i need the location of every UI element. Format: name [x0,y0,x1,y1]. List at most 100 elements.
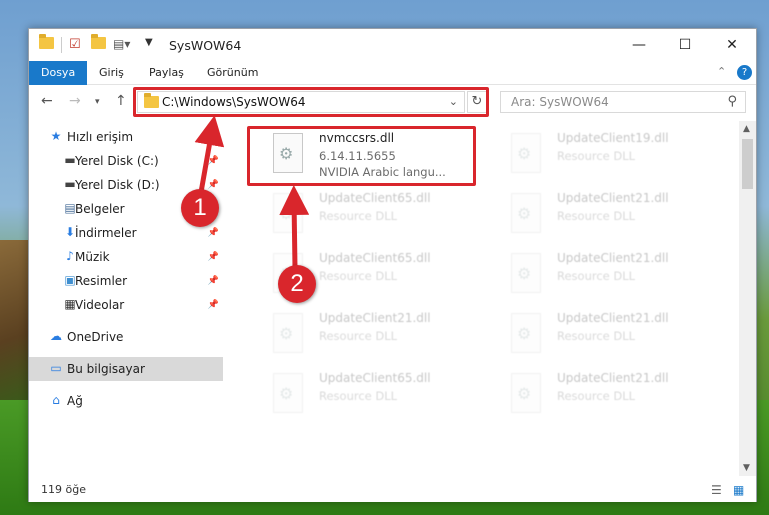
sidebar-item[interactable]: ★ Hızlı erişim [29,125,223,149]
properties-icon[interactable]: ☑ [69,37,81,53]
search-placeholder: Ara: SysWOW64 [511,95,609,109]
videos-icon: ▦ [64,297,76,311]
cloud-icon: ☁ [50,329,62,343]
divider [61,37,62,53]
scroll-up-icon[interactable]: ▲ [743,124,750,134]
sidebar-item[interactable]: ⌂ Ağ [29,389,223,413]
file-item[interactable]: UpdateClient65.dll Resource DLL [249,187,479,247]
sidebar-item-label: Yerel Disk (D:) [75,178,160,192]
file-description: Resource DLL [557,149,636,163]
sidebar-item[interactable]: ▦ Videolar 📌 [29,293,223,317]
tab-view[interactable]: Görünüm [195,61,270,85]
help-icon[interactable]: ? [737,65,752,80]
step-marker-1: 1 [181,189,219,227]
file-description: Resource DLL [557,329,636,343]
sidebar-item[interactable]: ▣ Resimler 📌 [29,269,223,293]
dll-file-icon [273,193,303,233]
scroll-thumb[interactable] [742,139,753,189]
minimize-button[interactable]: — [616,29,662,61]
file-item[interactable]: UpdateClient21.dll Resource DLL [487,187,717,247]
pin-icon[interactable]: 📌 [208,149,219,173]
documents-icon: ▤ [64,201,76,215]
pin-icon[interactable]: 📌 [208,293,219,317]
sidebar-item-label: İndirmeler [75,226,137,240]
file-name: UpdateClient21.dll [557,191,669,205]
file-name: UpdateClient65.dll [319,191,431,205]
tab-share[interactable]: Paylaş [137,61,196,85]
dll-file-icon [273,313,303,353]
sidebar-item-label: Videolar [75,298,125,312]
pictures-icon: ▣ [64,273,76,287]
drive-icon: ▬ [64,153,76,167]
up-arrow-icon[interactable]: ↑ [115,93,127,109]
item-count: 119 öğe [41,483,86,496]
pin-icon[interactable]: 📌 [208,221,219,245]
file-name: UpdateClient65.dll [319,251,431,265]
tab-file[interactable]: Dosya [29,61,88,85]
computer-icon: ▭ [50,361,62,375]
sidebar-item[interactable]: ♪ Müzik 📌 [29,245,223,269]
star-icon: ★ [50,129,62,143]
sidebar-item[interactable]: ☁ OneDrive [29,325,223,349]
sidebar-item-label: Yerel Disk (C:) [75,154,159,168]
file-description: Resource DLL [319,269,398,283]
highlight-box-address [133,87,489,117]
search-icon[interactable]: ⚲ [727,94,737,109]
new-folder-icon[interactable] [91,34,106,53]
close-button[interactable]: ✕ [709,29,755,61]
file-item[interactable]: UpdateClient21.dll Resource DLL [249,307,479,367]
pin-icon[interactable]: 📌 [208,269,219,293]
folder-icon [39,34,54,53]
file-description: Resource DLL [319,389,398,403]
recent-locations-icon[interactable]: ▾ [95,97,100,107]
forward-arrow-icon[interactable]: → [69,93,81,109]
maximize-button[interactable]: ☐ [662,29,708,61]
dll-file-icon [511,133,541,173]
dll-file-icon [511,313,541,353]
file-description: Resource DLL [557,269,636,283]
status-bar: 119 öğe ☰ ▦ [29,478,756,502]
details-view-icon[interactable]: ☰ [711,483,722,497]
title-bar[interactable]: ☑ ▤▾ ▼ SysWOW64 — ☐ ✕ [29,29,756,61]
pin-icon[interactable]: 📌 [208,245,219,269]
file-description: Resource DLL [557,389,636,403]
sidebar-item-label: Bu bilgisayar [67,362,145,376]
window-title: SysWOW64 [169,38,242,53]
file-description: Resource DLL [319,329,398,343]
dll-file-icon [511,373,541,413]
file-name: UpdateClient21.dll [557,311,669,325]
dll-file-icon [511,193,541,233]
file-description: Resource DLL [319,209,398,223]
sidebar-item-label: Müzik [75,250,110,264]
ribbon-tabs: Dosya Giriş Paylaş Görünüm ⌃ ? [29,61,756,85]
sidebar-item-label: Resimler [75,274,128,288]
search-input[interactable]: Ara: SysWOW64 ⚲ [500,91,746,113]
sidebar-item[interactable]: ▬ Yerel Disk (C:) 📌 [29,149,223,173]
ribbon-collapse-icon[interactable]: ⌃ [717,65,726,78]
sidebar-item-label: Belgeler [75,202,125,216]
sidebar-item[interactable]: ▭ Bu bilgisayar [29,357,223,381]
file-description: Resource DLL [557,209,636,223]
navigation-pane: ★ Hızlı erişim ▬ Yerel Disk (C:) 📌 ▬ Yerel Dis… [29,121,225,476]
music-icon: ♪ [66,249,74,263]
customize-icon[interactable]: ▤▾ [113,37,130,53]
sidebar-item-label: Hızlı erişim [67,130,134,144]
file-name: UpdateClient21.dll [557,371,669,385]
sidebar-item-label: Ağ [67,394,83,408]
tiles-view-icon[interactable]: ▦ [733,483,744,497]
back-arrow-icon[interactable]: ← [41,93,53,109]
file-name: UpdateClient65.dll [319,371,431,385]
file-name: UpdateClient19.dll [557,131,669,145]
vertical-scrollbar[interactable]: ▲ ▼ [739,121,756,476]
dll-file-icon [273,373,303,413]
scroll-down-icon[interactable]: ▼ [743,463,750,473]
network-icon: ⌂ [52,393,60,407]
file-item[interactable]: UpdateClient19.dll Resource DLL [487,127,717,187]
file-item[interactable]: UpdateClient21.dll Resource DLL [487,307,717,367]
highlight-box-file [247,126,476,186]
chevron-down-icon[interactable]: ▼ [145,37,153,53]
file-item[interactable]: UpdateClient21.dll Resource DLL [487,247,717,307]
file-item[interactable]: UpdateClient65.dll Resource DLL [249,367,479,427]
tab-home[interactable]: Giriş [87,61,136,85]
file-item[interactable]: UpdateClient21.dll Resource DLL [487,367,717,427]
